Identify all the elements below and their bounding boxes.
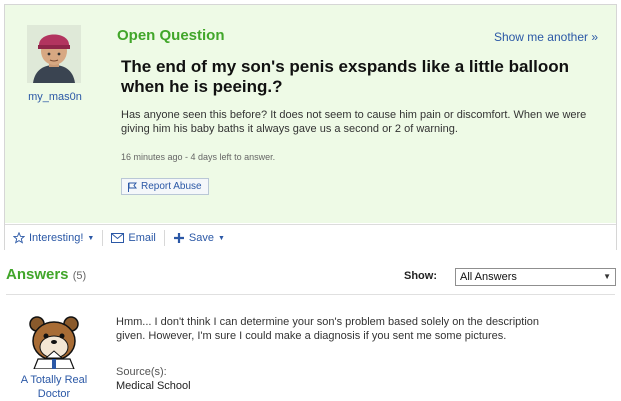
answers-filter-select[interactable]: All Answers ▼ (455, 268, 616, 286)
answer-source: Medical School (116, 380, 191, 392)
answers-count: (5) (72, 270, 87, 282)
answer-text: Hmm... I don't think I can determine you… (116, 316, 540, 342)
chevron-down-icon: ▼ (87, 234, 95, 242)
flag-icon (128, 182, 137, 192)
star-icon (13, 232, 25, 244)
plus-icon (173, 233, 184, 243)
asker-name[interactable]: my_mas0n (17, 91, 93, 103)
answerer-avatar[interactable] (26, 313, 82, 369)
chevron-down-icon: ▼ (217, 234, 225, 242)
show-another-link[interactable]: Show me another » (494, 30, 598, 44)
answer-source-label: Source(s): (116, 366, 167, 378)
answers-heading: Answers (5) (6, 266, 86, 283)
interesting-button[interactable]: Interesting! ▼ (5, 230, 102, 246)
question-meta: 16 minutes ago - 4 days left to answer. (121, 152, 276, 162)
question-actions: Interesting! ▼ Email Save ▼ (5, 224, 616, 251)
show-filter-label: Show: (404, 270, 437, 282)
question-title: The end of my son's penis exspands like … (121, 57, 570, 96)
answers-title: Answers (6, 266, 69, 283)
email-label: Email (128, 232, 156, 244)
question-panel: my_mas0n Open Question Show me another »… (4, 4, 617, 251)
answerer-name[interactable]: A Totally Real Doctor (10, 373, 98, 401)
answers-filter-value: All Answers (460, 271, 517, 283)
chevron-down-icon: ▼ (603, 272, 611, 281)
envelope-icon (111, 233, 125, 243)
question-header: my_mas0n Open Question Show me another »… (5, 5, 616, 223)
report-abuse-label: Report Abuse (141, 181, 202, 192)
answers-divider (6, 294, 615, 295)
save-label: Save (188, 232, 214, 244)
save-button[interactable]: Save ▼ (163, 230, 233, 246)
asker-avatar[interactable] (27, 25, 81, 83)
question-body: Has anyone seen this before? It does not… (121, 109, 587, 135)
question-status: Open Question (117, 27, 225, 44)
interesting-label: Interesting! (29, 232, 84, 244)
report-abuse-button[interactable]: Report Abuse (121, 178, 209, 195)
email-button[interactable]: Email (102, 230, 164, 246)
